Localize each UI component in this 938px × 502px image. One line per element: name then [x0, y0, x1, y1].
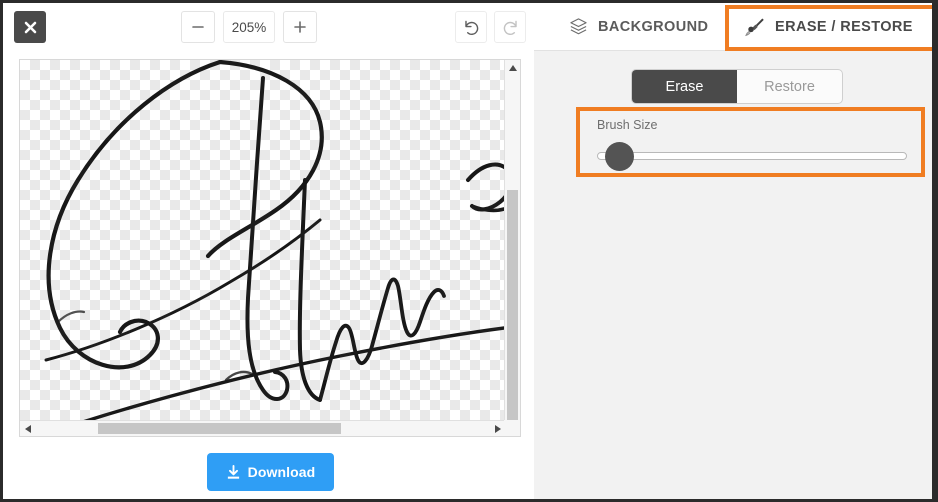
- redo-icon: [503, 20, 517, 35]
- canvas-horizontal-scrollbar[interactable]: [20, 420, 505, 436]
- editor-window: 205% Download BACKGROUND ERASE / RESTORE…: [0, 0, 938, 502]
- tab-background-label: BACKGROUND: [598, 18, 709, 35]
- scroll-right-button[interactable]: [490, 421, 505, 436]
- zoom-level-value: 205%: [223, 11, 275, 43]
- minus-icon: [192, 26, 204, 28]
- caret-left-icon: [24, 424, 31, 433]
- restore-mode-button[interactable]: Restore: [737, 70, 842, 103]
- download-label: Download: [247, 464, 316, 480]
- window-right-edge: [932, 3, 935, 499]
- history-controls: [455, 11, 526, 43]
- download-button[interactable]: Download: [207, 453, 334, 491]
- close-icon: [24, 21, 36, 33]
- brush-size-section: Brush Size: [576, 107, 925, 177]
- editor-toolbar: 205%: [3, 3, 534, 51]
- caret-up-icon: [508, 64, 517, 71]
- scroll-left-button[interactable]: [20, 421, 35, 436]
- tab-erase-restore-label: ERASE / RESTORE: [775, 18, 913, 35]
- vertical-scroll-thumb[interactable]: [507, 190, 518, 420]
- zoom-out-button[interactable]: [181, 11, 215, 43]
- zoom-in-button[interactable]: [283, 11, 317, 43]
- download-icon: [227, 464, 239, 479]
- signature-artwork: [44, 60, 505, 421]
- redo-button[interactable]: [494, 11, 526, 43]
- erase-mode-button[interactable]: Erase: [632, 70, 737, 103]
- tab-background[interactable]: BACKGROUND: [555, 3, 722, 50]
- caret-right-icon: [494, 424, 501, 433]
- erase-restore-toggle: Erase Restore: [631, 69, 843, 104]
- layers-icon: [570, 18, 587, 35]
- horizontal-scroll-thumb[interactable]: [98, 423, 341, 434]
- close-button[interactable]: [14, 11, 46, 43]
- tab-erase-restore[interactable]: ERASE / RESTORE: [730, 3, 927, 50]
- panel-tabs: BACKGROUND ERASE / RESTORE: [534, 3, 935, 51]
- zoom-controls: 205%: [181, 11, 317, 43]
- brush-icon: [745, 18, 764, 37]
- canvas-frame: [19, 59, 521, 437]
- undo-button[interactable]: [455, 11, 487, 43]
- undo-icon: [464, 20, 478, 35]
- editor-area: 205% Download: [3, 3, 534, 499]
- scroll-up-button[interactable]: [505, 60, 520, 75]
- brush-size-label: Brush Size: [597, 118, 658, 132]
- brush-size-slider[interactable]: [597, 141, 907, 171]
- plus-icon: [294, 21, 306, 33]
- tools-panel: BACKGROUND ERASE / RESTORE Erase Restore…: [534, 3, 935, 499]
- image-canvas[interactable]: [20, 60, 505, 421]
- canvas-vertical-scrollbar[interactable]: [504, 60, 520, 421]
- brush-size-thumb[interactable]: [605, 142, 634, 171]
- brush-size-track[interactable]: [597, 152, 907, 160]
- scrollbar-corner: [504, 420, 520, 436]
